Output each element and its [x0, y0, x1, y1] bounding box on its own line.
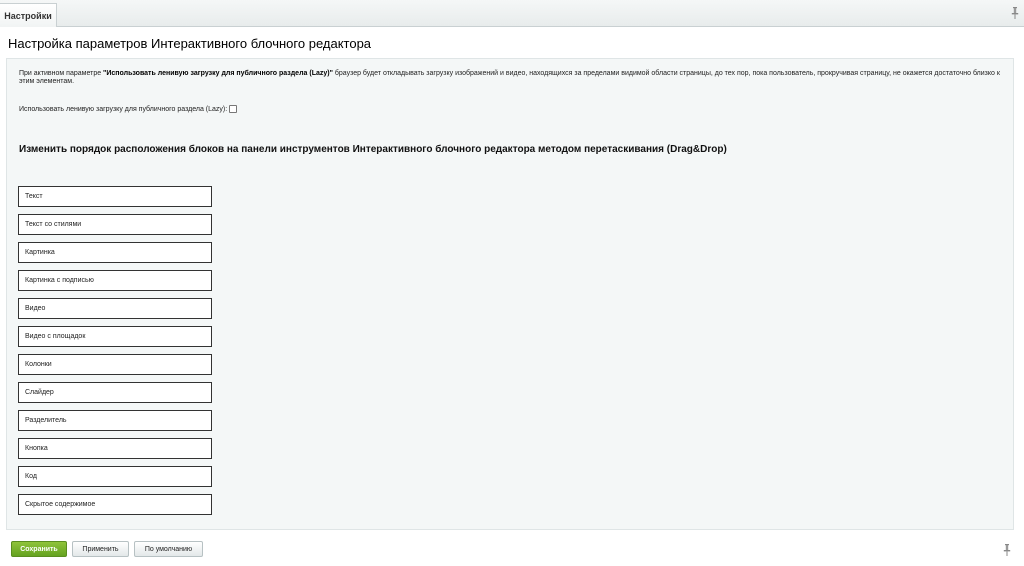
pin-icon[interactable]	[1011, 7, 1019, 19]
default-button[interactable]: По умолчанию	[134, 541, 203, 557]
block-item-video[interactable]: Видео	[18, 298, 212, 319]
block-item-divider[interactable]: Разделитель	[18, 410, 212, 431]
description-bold: "Использовать ленивую загрузку для публи…	[103, 70, 333, 77]
block-item-slider[interactable]: Слайдер	[18, 382, 212, 403]
tab-settings[interactable]: Настройки	[0, 3, 57, 27]
block-item-code[interactable]: Код	[18, 466, 212, 487]
lazy-description: При активном параметре "Использовать лен…	[19, 70, 1004, 86]
page-title: Настройка параметров Интерактивного блоч…	[8, 36, 372, 51]
block-item-video-platforms[interactable]: Видео с площадок	[18, 326, 212, 347]
lazy-option-row: Использовать ленивую загрузку для публич…	[19, 105, 238, 113]
block-item-image-caption[interactable]: Картинка с подписью	[18, 270, 212, 291]
save-button[interactable]: Сохранить	[11, 541, 67, 557]
lazy-option-label: Использовать ленивую загрузку для публич…	[19, 105, 228, 113]
block-item-styled-text[interactable]: Текст со стилями	[18, 214, 212, 235]
pin-icon[interactable]	[1003, 544, 1011, 556]
lazy-checkbox[interactable]	[229, 105, 238, 113]
block-item-button[interactable]: Кнопка	[18, 438, 212, 459]
tab-bar: Настройки	[0, 0, 1024, 27]
block-item-image[interactable]: Картинка	[18, 242, 212, 263]
settings-panel: При активном параметре "Использовать лен…	[6, 58, 1014, 530]
blocks-order-title: Изменить порядок расположения блоков на …	[19, 144, 727, 155]
apply-button[interactable]: Применить	[72, 541, 129, 557]
block-item-text[interactable]: Текст	[18, 186, 212, 207]
block-item-columns[interactable]: Колонки	[18, 354, 212, 375]
block-item-hidden-content[interactable]: Скрытое содержимое	[18, 494, 212, 515]
description-prefix: При активном параметре	[19, 70, 104, 77]
